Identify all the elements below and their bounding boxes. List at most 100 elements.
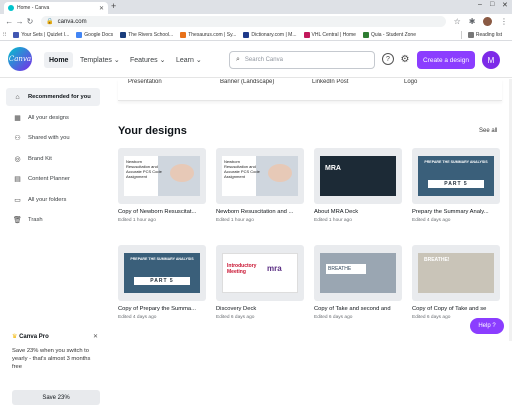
save-23-button[interactable]: Save 23%: [12, 390, 100, 405]
design-title[interactable]: Copy of Prepary the Summa...: [118, 306, 210, 312]
calendar-icon: ▤: [14, 176, 21, 183]
sidebar-item[interactable]: ⚇ Shared with you: [6, 129, 100, 147]
design-card[interactable]: PREPARE THE SUMMARY ANALYSIS PART 5 Prepar…: [412, 148, 500, 223]
canva-header: Canva Home Templates ⌄ Features ⌄ Learn …: [0, 42, 512, 78]
design-thumbnail[interactable]: Introductory Meeting mra: [216, 245, 304, 301]
search-input[interactable]: ⌕ Search Canva: [229, 51, 375, 69]
browser-tab[interactable]: Home - Canva ✕: [4, 2, 108, 14]
design-thumbnail[interactable]: BREATHE!: [412, 245, 500, 301]
minimize-icon[interactable]: –: [478, 1, 482, 8]
create-design-button[interactable]: Create a design: [417, 51, 475, 69]
forward-icon[interactable]: →: [14, 17, 24, 26]
design-type-banner[interactable]: Banner (Landscape): [220, 79, 274, 85]
design-thumbnail[interactable]: MRA: [314, 148, 402, 204]
design-edited-time: Edited 6 days ago: [216, 315, 255, 320]
search-icon: ⌕: [236, 56, 240, 63]
design-thumbnail[interactable]: Newborn Resuscitation and Accurate PCS C…: [216, 148, 304, 204]
bookmark-item[interactable]: VHL Central | Home: [303, 31, 356, 38]
close-window-icon[interactable]: ✕: [502, 1, 508, 9]
promo-description: Save 23% when you switch to yearly - tha…: [12, 348, 91, 370]
sidebar-item-label: Content Planner: [28, 176, 70, 182]
design-title[interactable]: Copy of Copy of Take and se: [412, 306, 504, 312]
design-type-logo[interactable]: Logo: [404, 79, 417, 85]
sidebar-item[interactable]: ▭ All your folders: [6, 191, 100, 209]
bookmark-item[interactable]: Your Sets | Quizlet I...: [13, 31, 69, 38]
design-title[interactable]: Copy of Newborn Resuscitat...: [118, 209, 210, 215]
star-icon[interactable]: ☆: [454, 17, 461, 26]
design-edited-time: Edited 6 days ago: [412, 315, 451, 320]
nav-home[interactable]: Home: [44, 52, 74, 68]
design-card[interactable]: Newborn Resuscitation and Accurate PCS C…: [216, 148, 304, 223]
address-bar[interactable]: 🔒 canva.com: [41, 16, 446, 27]
lock-icon: 🔒: [46, 19, 54, 25]
browser-toolbar: ← → ↻ 🔒 canva.com ☆ ✱ ⋮: [0, 14, 512, 29]
design-title[interactable]: Discovery Deck: [216, 306, 308, 312]
baby-image: [268, 164, 292, 182]
design-thumbnail[interactable]: PREPARE THE SUMMARY ANALYSIS PART 5: [118, 245, 206, 301]
bookmark-favicon-icon: [120, 31, 127, 38]
thumbnail-artwork: MRA: [320, 156, 396, 196]
see-all-link[interactable]: See all: [479, 128, 497, 134]
bookmark-item[interactable]: Dictionary.com | M...: [243, 31, 297, 38]
design-thumbnail[interactable]: PREPARE THE SUMMARY ANALYSIS PART 5: [412, 148, 500, 204]
nav-learn[interactable]: Learn ⌄: [176, 52, 202, 68]
bookmark-item[interactable]: Google Docs: [76, 31, 113, 38]
thumbnail-text: BREATHE!: [424, 257, 450, 263]
bookmark-item[interactable]: Thesaurus.com | Sy...: [180, 31, 236, 38]
nav-features[interactable]: Features ⌄: [130, 52, 165, 68]
bookmark-favicon-icon: [303, 31, 310, 38]
maximize-icon[interactable]: □: [490, 1, 494, 8]
sidebar-item[interactable]: ⌂ Recommended for you: [6, 88, 100, 106]
thumbnail-text: PART 5: [428, 180, 484, 188]
menu-icon[interactable]: ⋮: [500, 17, 508, 26]
close-icon[interactable]: ✕: [93, 333, 98, 340]
bookmark-item[interactable]: Reading list: [467, 31, 502, 38]
gear-icon[interactable]: ⚙: [399, 53, 411, 65]
bookmark-item[interactable]: Quia - Student Zone: [362, 31, 416, 38]
bookmark-item[interactable]: The Rivers School...: [120, 31, 173, 38]
canva-logo[interactable]: Canva: [8, 47, 32, 71]
nav-templates[interactable]: Templates ⌄: [80, 52, 120, 68]
sidebar-item[interactable]: ◎ Brand Kit: [6, 150, 100, 168]
design-card[interactable]: PREPARE THE SUMMARY ANALYSIS PART 5 Copy o…: [118, 245, 206, 320]
close-tab-icon[interactable]: ✕: [99, 5, 104, 12]
design-thumbnail[interactable]: BREATHE: [314, 245, 402, 301]
thumbnail-text: MRA: [325, 165, 341, 172]
design-type-presentation[interactable]: Presentation: [128, 79, 162, 85]
help-button[interactable]: Help ?: [470, 318, 504, 334]
design-title[interactable]: Prepary the Summary Analy...: [412, 209, 504, 215]
design-edited-time: Edited 1 hour ago: [216, 218, 254, 223]
sidebar-item[interactable]: 🗑 Trash: [6, 211, 100, 229]
design-card[interactable]: BREATHE! Copy of Copy of Take and se Edite…: [412, 245, 500, 320]
sidebar-item[interactable]: ▦ All your designs: [6, 109, 100, 127]
bookmark-favicon-icon: [243, 31, 250, 38]
thumbnail-artwork: Newborn Resuscitation and Accurate PCS C…: [124, 156, 200, 196]
design-edited-time: Edited 1 hour ago: [118, 218, 156, 223]
reload-icon[interactable]: ↻: [25, 17, 35, 26]
bookmarks-bar: ⁝⁝ Your Sets | Quizlet I... Google Docs The…: [0, 29, 512, 41]
design-card[interactable]: Introductory Meeting mra Discovery Deck Edi…: [216, 245, 304, 320]
sidebar-item-label: Recommended for you: [28, 94, 91, 100]
back-icon[interactable]: ←: [4, 17, 14, 26]
design-type-linkedin[interactable]: LinkedIn Post: [312, 79, 348, 85]
extensions-icon[interactable]: ✱: [469, 17, 476, 26]
bookmark-favicon-icon: [13, 31, 20, 38]
thumbnail-artwork: BREATHE: [320, 253, 396, 293]
design-title[interactable]: About MRA Deck: [314, 209, 406, 215]
design-card[interactable]: Newborn Resuscitation and Accurate PCS C…: [118, 148, 206, 223]
design-title[interactable]: Newborn Resuscitation and ...: [216, 209, 308, 215]
design-card[interactable]: MRA About MRA Deck Edited 1 hour ago: [314, 148, 402, 223]
design-card[interactable]: BREATHE Copy of Take and second and Edited…: [314, 245, 402, 320]
browser-tab-strip: Home - Canva ✕ + – □ ✕: [0, 0, 512, 14]
sidebar-item[interactable]: ▤ Content Planner: [6, 170, 100, 188]
design-thumbnail[interactable]: Newborn Resuscitation and Accurate PCS C…: [118, 148, 206, 204]
thumbnail-text: PREPARE THE SUMMARY ANALYSIS: [130, 257, 194, 261]
help-icon[interactable]: ?: [382, 53, 394, 65]
design-title[interactable]: Copy of Take and second and: [314, 306, 406, 312]
thumbnail-artwork: BREATHE!: [418, 253, 494, 293]
bookmark-favicon-icon: [362, 31, 369, 38]
apps-icon[interactable]: ⁝⁝: [3, 32, 6, 38]
profile-avatar-icon[interactable]: [483, 17, 492, 26]
user-avatar[interactable]: M: [482, 51, 500, 69]
new-tab-icon[interactable]: +: [111, 1, 116, 11]
